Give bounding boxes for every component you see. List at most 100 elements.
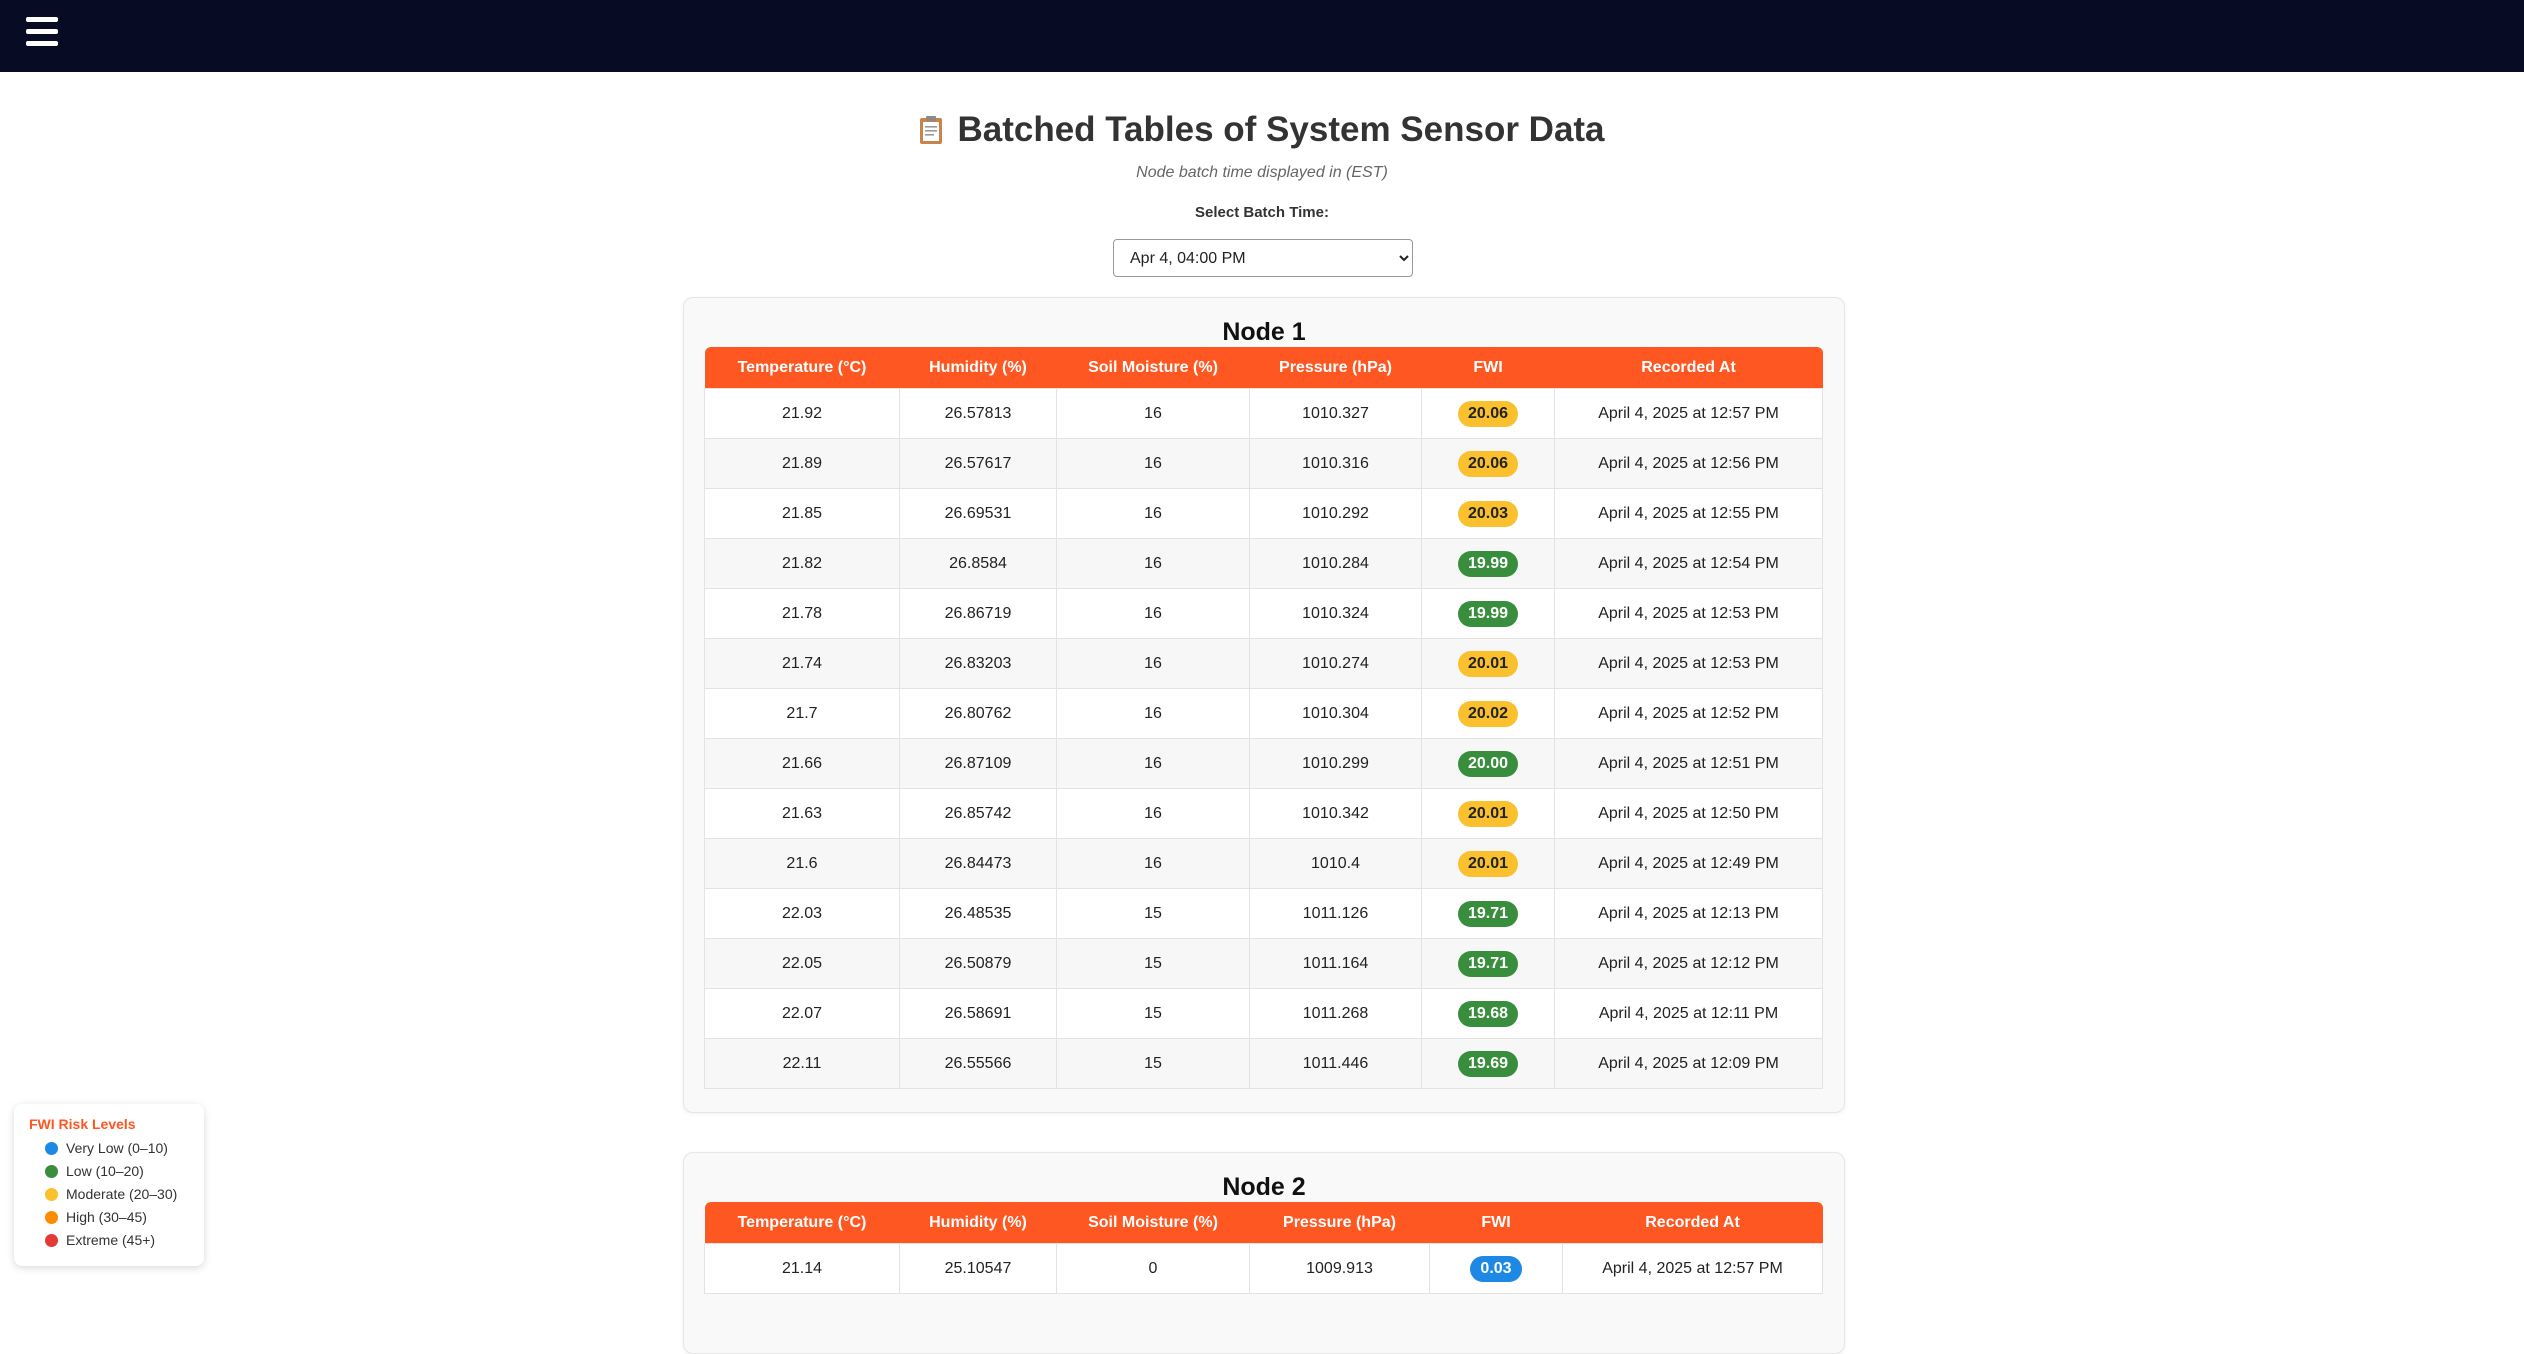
table-cell: April 4, 2025 at 12:53 PM	[1554, 638, 1823, 689]
legend-dot-icon	[45, 1165, 58, 1178]
table-row: 21.66 26.87109 16 1010.299 20.00 April 4, 202…	[704, 738, 1823, 789]
top-nav-bar	[0, 0, 2524, 72]
table-cell: 1010.342	[1249, 788, 1422, 839]
page-title-text: Batched Tables of System Sensor Data	[957, 110, 1605, 149]
table-cell: April 4, 2025 at 12:57 PM	[1554, 388, 1823, 439]
sensor-table: Temperature (°C) Humidity (%) Soil Moistur…	[704, 347, 1823, 1089]
column-header: Temperature (°C)	[704, 347, 900, 389]
table-cell: 20.03	[1421, 488, 1555, 539]
fwi-badge: 20.06	[1457, 450, 1519, 477]
legend-item: High (30–45)	[45, 1207, 147, 1227]
table-cell: 26.87109	[899, 738, 1057, 789]
fwi-badge: 0.03	[1470, 1255, 1522, 1282]
table-cell: 26.83203	[899, 638, 1057, 689]
table-cell: 1010.324	[1249, 588, 1422, 639]
legend-item: Very Low (0–10)	[45, 1138, 168, 1158]
table-cell: 21.92	[704, 388, 900, 439]
column-header: Pressure (hPa)	[1249, 1202, 1430, 1244]
legend-item: Moderate (20–30)	[45, 1184, 177, 1204]
table-cell: 26.69531	[899, 488, 1057, 539]
fwi-legend: FWI Risk Levels Very Low (0–10) Low (10–2…	[14, 1104, 204, 1266]
table-row: 21.6 26.84473 16 1010.4 20.01 April 4, 2025 a…	[704, 838, 1823, 889]
table-cell: 21.63	[704, 788, 900, 839]
fwi-badge: 19.99	[1457, 600, 1519, 627]
table-cell: 16	[1056, 838, 1250, 889]
legend-item-label: Extreme (45+)	[66, 1232, 156, 1248]
legend-item: Low (10–20)	[45, 1161, 144, 1181]
table-cell: 15	[1056, 988, 1250, 1039]
table-cell: 19.99	[1421, 538, 1555, 589]
table-cell: 19.71	[1421, 888, 1555, 939]
hamburger-menu-icon[interactable]	[26, 17, 58, 47]
table-cell: 1010.316	[1249, 438, 1422, 489]
fwi-badge: 19.71	[1457, 950, 1519, 977]
fwi-badge: 20.00	[1457, 750, 1519, 777]
table-cell: 20.02	[1421, 688, 1555, 739]
table-cell: 21.7	[704, 688, 900, 739]
legend-item-label: Very Low (0–10)	[66, 1140, 168, 1156]
table-row: 21.85 26.69531 16 1010.292 20.03 April 4, 202…	[704, 488, 1823, 539]
table-row: 21.74 26.83203 16 1010.274 20.01 April 4, 202…	[704, 638, 1823, 689]
table-cell: 26.55566	[899, 1038, 1057, 1089]
table-cell: 22.03	[704, 888, 900, 939]
table-cell: 22.11	[704, 1038, 900, 1089]
table-cell: 15	[1056, 1038, 1250, 1089]
table-cell: 1011.268	[1249, 988, 1422, 1039]
table-cell: 1010.4	[1249, 838, 1422, 889]
fwi-badge: 20.01	[1457, 800, 1519, 827]
table-cell: 16	[1056, 488, 1250, 539]
table-row: 21.89 26.57617 16 1010.316 20.06 April 4, 202…	[704, 438, 1823, 489]
table-cell: 21.14	[704, 1243, 900, 1294]
table-cell: 21.78	[704, 588, 900, 639]
fwi-badge: 20.06	[1457, 400, 1519, 427]
table-cell: 25.10547	[899, 1243, 1057, 1294]
table-cell: 22.05	[704, 938, 900, 989]
fwi-badge: 19.68	[1457, 1000, 1519, 1027]
table-cell: 26.84473	[899, 838, 1057, 889]
sensor-table: Temperature (°C) Humidity (%) Soil Moistur…	[704, 1202, 1823, 1294]
table-cell: 1011.446	[1249, 1038, 1422, 1089]
table-cell: 20.01	[1421, 638, 1555, 689]
table-cell: 21.82	[704, 538, 900, 589]
table-cell: 21.85	[704, 488, 900, 539]
legend-dot-icon	[45, 1142, 58, 1155]
table-cell: 16	[1056, 638, 1250, 689]
table-cell: 26.8584	[899, 538, 1057, 589]
table-cell: 22.07	[704, 988, 900, 1039]
column-header: Humidity (%)	[899, 347, 1057, 389]
table-cell: 26.48535	[899, 888, 1057, 939]
legend-item-label: Low (10–20)	[66, 1163, 144, 1179]
table-cell: 1010.304	[1249, 688, 1422, 739]
node-title: Node 2	[1222, 1173, 1306, 1201]
fwi-badge: 20.03	[1457, 500, 1519, 527]
table-cell: 0	[1056, 1243, 1250, 1294]
table-cell: April 4, 2025 at 12:52 PM	[1554, 688, 1823, 739]
fwi-badge: 19.69	[1457, 1050, 1519, 1077]
table-cell: 26.50879	[899, 938, 1057, 989]
legend-title: FWI Risk Levels	[29, 1116, 136, 1132]
table-cell: 0.03	[1429, 1243, 1563, 1294]
table-cell: 1010.292	[1249, 488, 1422, 539]
column-header: Humidity (%)	[899, 1202, 1057, 1244]
batch-time-select[interactable]: Apr 4, 04:00 PM	[1113, 239, 1413, 277]
table-cell: 26.57813	[899, 388, 1057, 439]
table-cell: April 4, 2025 at 12:12 PM	[1554, 938, 1823, 989]
table-cell: April 4, 2025 at 12:13 PM	[1554, 888, 1823, 939]
fwi-badge: 20.01	[1457, 650, 1519, 677]
table-cell: 26.86719	[899, 588, 1057, 639]
table-cell: 26.80762	[899, 688, 1057, 739]
table-cell: 20.01	[1421, 788, 1555, 839]
table-cell: 19.99	[1421, 588, 1555, 639]
table-cell: 15	[1056, 888, 1250, 939]
table-row: 21.78 26.86719 16 1010.324 19.99 April 4, 202…	[704, 588, 1823, 639]
table-cell: April 4, 2025 at 12:54 PM	[1554, 538, 1823, 589]
table-cell: April 4, 2025 at 12:56 PM	[1554, 438, 1823, 489]
table-row: 21.63 26.85742 16 1010.342 20.01 April 4, 202…	[704, 788, 1823, 839]
table-cell: April 4, 2025 at 12:09 PM	[1554, 1038, 1823, 1089]
table-cell: 1011.164	[1249, 938, 1422, 989]
fwi-badge: 19.99	[1457, 550, 1519, 577]
legend-item: Extreme (45+)	[45, 1230, 155, 1250]
table-cell: April 4, 2025 at 12:50 PM	[1554, 788, 1823, 839]
column-header: FWI	[1421, 347, 1555, 389]
table-cell: 1010.327	[1249, 388, 1422, 439]
